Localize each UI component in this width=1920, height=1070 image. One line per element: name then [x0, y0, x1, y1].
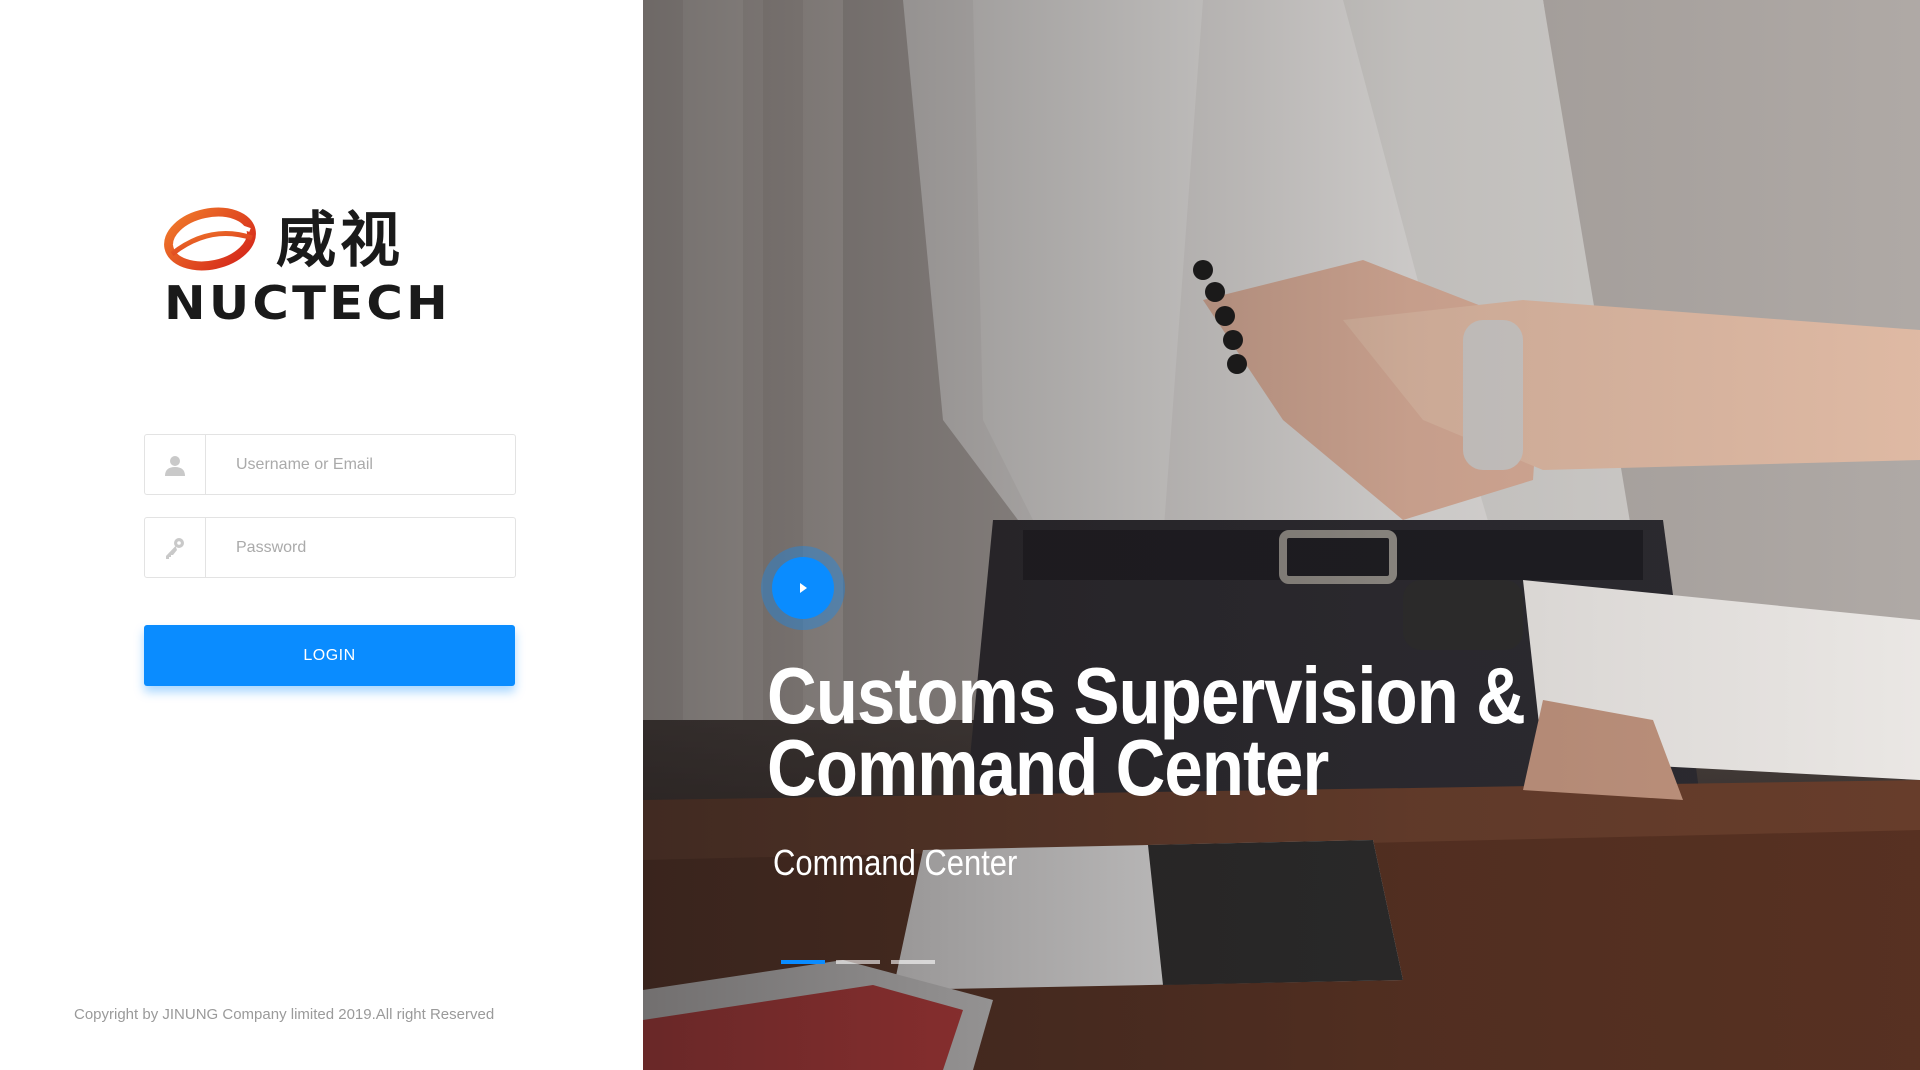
user-icon [145, 435, 206, 494]
carousel-dot-2[interactable] [836, 960, 880, 964]
key-icon [145, 518, 206, 577]
login-page: 威视 NUCTECH Username or Email LOGIN Copyr… [0, 0, 1920, 1070]
password-input[interactable] [206, 518, 515, 577]
username-field [144, 434, 516, 495]
carousel-indicators [781, 960, 935, 964]
hero-banner: Customs Supervision & Command Center Com… [643, 0, 1920, 1070]
play-icon [772, 557, 834, 619]
nuctech-logo: 威视 NUCTECH [164, 206, 448, 328]
copyright-text: Copyright by JINUNG Company limited 2019… [74, 1006, 495, 1023]
play-video-button[interactable] [761, 546, 845, 630]
password-field [144, 517, 516, 578]
hero-title: Customs Supervision & Command Center [767, 651, 1526, 812]
username-input[interactable] [206, 435, 515, 494]
logo-english-text: NUCTECH [164, 276, 451, 330]
hero-subtitle: Command Center [773, 842, 1018, 883]
login-panel: 威视 NUCTECH Username or Email LOGIN Copyr… [0, 0, 643, 1070]
logo-chinese-text: 威视 [276, 206, 404, 276]
login-form: LOGIN [144, 434, 518, 686]
login-button[interactable]: LOGIN [144, 625, 515, 686]
carousel-dot-3[interactable] [891, 960, 935, 964]
hero-overlay [643, 0, 1920, 1070]
logo-swoosh-icon [164, 207, 256, 271]
carousel-dot-1[interactable] [781, 960, 825, 964]
